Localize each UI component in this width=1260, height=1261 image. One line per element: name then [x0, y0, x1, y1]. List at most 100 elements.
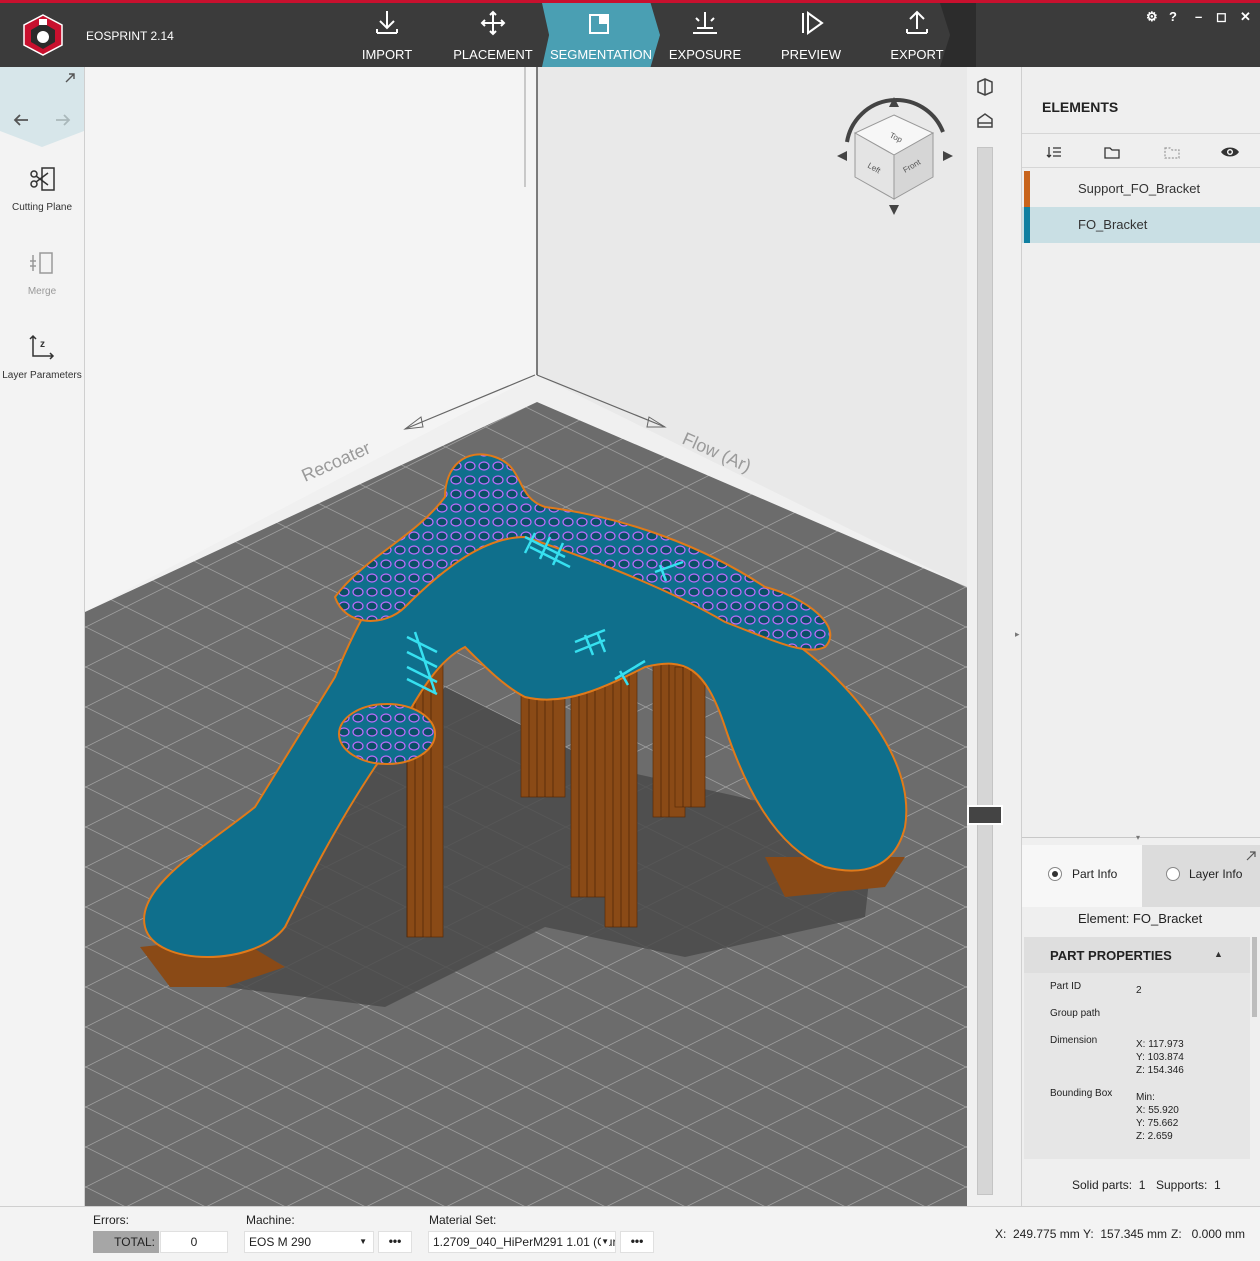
- step-label: IMPORT: [361, 47, 413, 62]
- total-label: TOTAL:: [93, 1231, 159, 1253]
- tool-label: Merge: [27, 286, 57, 297]
- machine-more-button[interactable]: •••: [378, 1231, 412, 1253]
- preview-icon: [802, 11, 824, 35]
- redo-icon[interactable]: [54, 113, 72, 127]
- material-more-button[interactable]: •••: [620, 1231, 654, 1253]
- dimension-x: X: 117.973: [1136, 1039, 1184, 1050]
- move-icon: [480, 10, 506, 36]
- panel-collapse-icon[interactable]: ▸: [1015, 629, 1020, 640]
- settings-icon[interactable]: ⚙: [1146, 9, 1158, 25]
- machine-value: EOS M 290: [249, 1235, 312, 1249]
- prop-label: Bounding Box: [1050, 1088, 1113, 1099]
- layer-slider-panel: ▸: [967, 67, 1020, 1206]
- 3d-viewport[interactable]: Recoater Flow (Ar) Top Left Front: [85, 67, 967, 1206]
- folder-icon[interactable]: [1104, 145, 1120, 159]
- solid-parts-count: Solid parts: 1: [1072, 1178, 1146, 1192]
- section-view-icon[interactable]: [975, 111, 995, 131]
- part-properties: PART PROPERTIES ▲ Part ID 2 Group path D…: [1024, 937, 1250, 1159]
- tab-layer-info[interactable]: Layer Info: [1142, 845, 1260, 907]
- bounding-box-value: Min: X: 55.920 Y: 75.662 Z: 2.659: [1136, 1091, 1179, 1143]
- maximize-icon[interactable]: ◻: [1216, 9, 1227, 25]
- chevron-down-icon: ▼: [601, 1232, 609, 1252]
- material-label: Material Set:: [429, 1213, 497, 1227]
- cutting-plane-tool[interactable]: Cutting Plane: [0, 165, 84, 213]
- element-fo-bracket[interactable]: FO_Bracket: [1022, 207, 1260, 243]
- chevron-down-icon: ▼: [359, 1237, 367, 1246]
- errors-label: Errors:: [93, 1213, 129, 1227]
- dimension-value: X: 117.973 Y: 103.874 Z: 154.346: [1136, 1038, 1184, 1077]
- exposure-icon: [693, 12, 717, 34]
- cutting-plane-icon: [30, 167, 55, 191]
- build-scene: Recoater Flow (Ar) Top Left Front: [85, 67, 967, 1206]
- bbox-z: Z: 2.659: [1136, 1131, 1173, 1142]
- step-placement[interactable]: PLACEMENT: [440, 3, 546, 67]
- import-icon: [376, 11, 398, 34]
- step-exposure[interactable]: EXPOSURE: [652, 3, 758, 67]
- material-select[interactable]: 1.2709_040_HiPerM291 1.01 (Cur ▼: [428, 1231, 616, 1253]
- expand-icon[interactable]: [64, 72, 76, 84]
- visibility-icon[interactable]: [1220, 145, 1240, 159]
- layer-info-radio[interactable]: [1166, 867, 1180, 881]
- prop-label: Part ID: [1050, 981, 1082, 992]
- eos-logo-icon: [23, 14, 63, 56]
- step-import[interactable]: IMPORT: [334, 3, 440, 67]
- lattice-cut: [338, 703, 436, 765]
- merge-icon: [30, 252, 53, 274]
- dimension-y: Y: 103.874: [1136, 1052, 1184, 1063]
- properties-title: PART PROPERTIES: [1050, 948, 1172, 963]
- tool-label: Layer Parameters: [2, 370, 82, 381]
- coord-x: X: 249.775 mm: [995, 1227, 1080, 1241]
- left-toolbar: Cutting Plane Merge z Layer Parameters: [0, 67, 85, 1206]
- folder-outline-icon[interactable]: [1164, 145, 1180, 159]
- elements-title: ELEMENTS: [1042, 99, 1119, 115]
- bbox-x: X: 55.920: [1136, 1105, 1179, 1116]
- step-segmentation[interactable]: SEGMENTATION: [542, 3, 660, 67]
- step-preview[interactable]: PREVIEW: [758, 3, 864, 67]
- tab-label: Layer Info: [1189, 867, 1243, 881]
- part-id-value: 2: [1136, 985, 1142, 996]
- properties-scrollbar[interactable]: [1252, 937, 1257, 1017]
- properties-header[interactable]: PART PROPERTIES ▲: [1024, 937, 1250, 973]
- layer-slider-track[interactable]: [977, 147, 993, 1195]
- merge-tool[interactable]: Merge: [0, 249, 84, 297]
- collapse-icon[interactable]: ▲: [1214, 949, 1223, 959]
- element-name: FO_Bracket: [1078, 217, 1148, 232]
- info-tabs: Part Info Layer Info: [1022, 845, 1260, 907]
- layer-slider-handle[interactable]: [967, 805, 1003, 825]
- expand-icon[interactable]: [1246, 851, 1256, 861]
- help-icon[interactable]: ?: [1169, 9, 1177, 24]
- sort-icon[interactable]: [1046, 145, 1062, 159]
- material-value: 1.2709_040_HiPerM291 1.01 (Cur: [433, 1235, 616, 1249]
- splitter-icon[interactable]: ▾: [1136, 833, 1140, 842]
- machine-label: Machine:: [246, 1213, 295, 1227]
- element-name: Support_FO_Bracket: [1078, 181, 1201, 196]
- element-label: Element: FO_Bracket: [1078, 911, 1203, 926]
- layer-parameters-tool[interactable]: z Layer Parameters: [0, 333, 84, 381]
- dimension-z: Z: 154.346: [1136, 1065, 1184, 1076]
- undo-icon[interactable]: [12, 113, 30, 127]
- step-label: PREVIEW: [781, 47, 841, 62]
- error-total-value: 0: [160, 1231, 228, 1253]
- svg-text:z: z: [40, 339, 45, 350]
- step-label: SEGMENTATION: [549, 47, 653, 62]
- layer-parameters-icon: z: [29, 334, 55, 360]
- part-info-radio[interactable]: [1048, 867, 1062, 881]
- status-bar: Errors: TOTAL: 0 Machine: EOS M 290 ▼ ••…: [0, 1206, 1260, 1261]
- machine-select[interactable]: EOS M 290 ▼: [244, 1231, 374, 1253]
- title-bar: EOSPRINT 2.14 IMPORT PLACEMENT SEGMENTAT…: [0, 0, 1260, 67]
- supports-count: Supports: 1: [1156, 1178, 1221, 1192]
- segmentation-icon: [589, 14, 609, 34]
- app-title: EOSPRINT 2.14: [86, 29, 174, 43]
- coord-z: Z: 0.000 mm: [1171, 1227, 1246, 1241]
- coord-y: Y: 157.345 mm: [1083, 1227, 1168, 1241]
- minimize-icon[interactable]: –: [1195, 9, 1202, 24]
- tab-part-info[interactable]: Part Info: [1022, 845, 1142, 907]
- element-support-fo-bracket[interactable]: Support_FO_Bracket: [1022, 171, 1260, 207]
- tool-label: Cutting Plane: [11, 202, 73, 213]
- close-icon[interactable]: ✕: [1240, 9, 1251, 25]
- prop-label: Dimension: [1050, 1035, 1098, 1046]
- tab-label: Part Info: [1072, 867, 1118, 881]
- element-color-bar: [1024, 171, 1030, 207]
- view-mode-icon[interactable]: [975, 77, 995, 97]
- bbox-y: Y: 75.662: [1136, 1118, 1179, 1129]
